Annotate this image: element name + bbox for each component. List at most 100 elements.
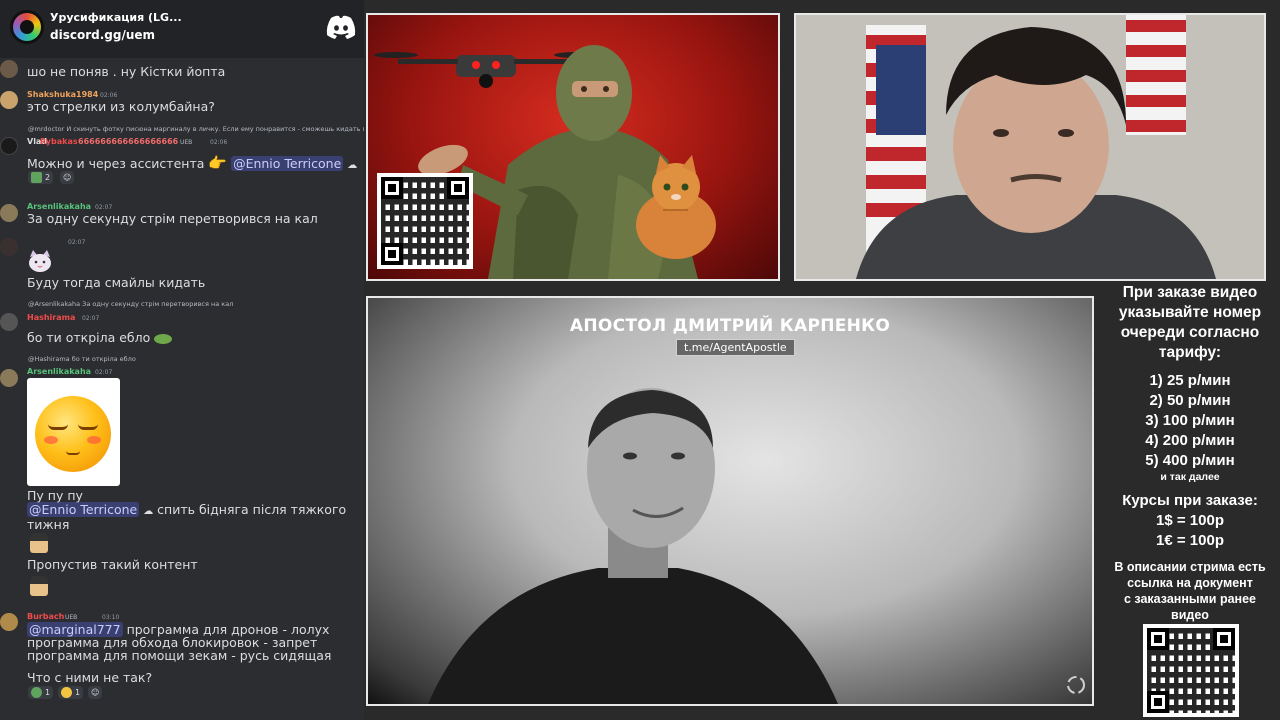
message-text: бо ти откріла ебло [27,330,173,345]
emoji-icon [31,687,42,698]
message-body: программа для помощи зекам - русь сидяща… [27,648,332,663]
document-qr-code[interactable] [1143,624,1239,717]
emoji-icon [31,172,42,183]
reaction-count: 1 [45,688,51,697]
reaction-count: 2 [45,173,51,182]
portrait-photo [428,388,838,704]
qr-code[interactable] [377,173,473,269]
main-video-panel: АПОСТОЛ ДМИТРИЙ КАРПЕНКО t.me/AgentApost… [366,296,1094,706]
us-flag-right [1126,15,1186,135]
mention[interactable]: @Ennio Terricone [231,156,344,171]
message-text: Пропустив такий контент [27,557,198,572]
message-text: Что с ними не так? [27,670,153,685]
username[interactable]: Arsenlikakaha [27,202,91,211]
info-note-line: ссылка на документ [1127,576,1253,590]
timestamp: 02:07 [82,315,100,322]
username[interactable]: Arsenlikakaha [27,367,91,376]
message-body: бо ти откріла ебло [27,330,151,345]
cat-emoji-icon [29,250,51,272]
rates-title: Курсы при заказе: [1122,492,1258,509]
add-reaction-button[interactable]: ☺ [60,171,75,184]
ueb-badge: UEB [180,139,193,146]
message-body: спить бідняга після тяжкого [157,502,347,517]
message-text: Можно и через ассистента 👉 @Ennio Terric… [27,154,357,172]
info-note-line: с заказанными ранее [1123,592,1256,606]
frog-emoji-icon [154,333,173,344]
server-icon[interactable] [10,10,44,44]
reaction[interactable]: 1 [28,686,54,699]
chat-overlay: шо не поняв . ну Кістки йопта Shakshuka1… [0,0,364,720]
tariff-item: 1) 25 р/мин [1149,372,1231,389]
cloud-icon: ☁ [347,160,358,171]
info-heading-line: тарифу: [1158,344,1222,361]
tariff-item: 2) 50 р/мин [1149,392,1231,409]
laughing-emoji-icon [61,687,72,698]
tariff-item: 5) 400 р/мин [1145,452,1235,469]
server-invite-link[interactable]: discord.gg/uem [50,28,155,42]
telegram-link[interactable]: t.me/AgentApostle [676,339,795,356]
avatar [0,137,18,155]
ueb-badge: UEB [65,614,78,621]
username[interactable]: Burbach [27,612,64,621]
avatar [0,313,18,331]
timestamp: 02:06 [100,92,118,99]
rate-item: 1$ = 100р [1156,512,1224,529]
timestamp: 02:06 [210,139,228,146]
smiley-icon: ☺ [63,173,72,182]
username[interactable]: Shakshuka1984 [27,90,98,99]
reaction[interactable]: 2 [28,171,54,184]
message-text: это стрелки из колумбайна? [27,99,215,114]
artwork-panel [366,13,780,281]
reply-preview[interactable]: @Hashirama бо ти откріла ебло [28,355,364,363]
username-suffix: Rybakas [40,137,78,146]
server-name: Урусификация (LG... [50,11,182,24]
message-body: Можно и через ассистента [27,156,205,171]
soldier-emoji-icon [30,576,48,596]
add-reaction-button[interactable]: ☺ [88,686,103,699]
tariff-etc: и так далее [1160,471,1220,483]
cloud-icon: ☁ [143,506,154,517]
message-text: @Ennio Terricone ☁ спить бідняга після т… [27,502,357,532]
rate-item: 1€ = 100р [1156,532,1224,549]
reaction[interactable]: 1 [58,686,84,699]
reply-preview[interactable]: @mrdoctor И скинуть фотку писюна маргина… [28,125,364,133]
soldier-emoji-icon [30,533,48,553]
message-text: За одну секунду стрім перетворився на ка… [27,211,318,226]
webcam-panel [794,13,1266,281]
timestamp: 02:07 [95,369,113,376]
avatar [0,91,18,109]
timestamp: 02:07 [95,204,113,211]
message-text: шо не поняв . ну Кістки йопта [27,64,226,79]
info-heading-line: При заказе видео [1122,284,1258,301]
info-note-line: видео [1171,608,1209,622]
webcam-feed [796,15,1264,279]
info-heading-line: очереди согласно [1120,324,1260,341]
avatar [0,613,18,631]
pointing-hand-icon: 👉 [208,154,228,172]
message-text: Буду тогда смайлы кидать [27,275,206,290]
video-title: АПОСТОЛ ДМИТРИЙ КАРПЕНКО [569,316,891,336]
reaction-count: 1 [75,688,81,697]
discord-logo-icon [326,15,356,39]
username[interactable]: Hashirama [27,313,75,322]
info-heading-line: указывайте номер [1118,304,1262,321]
smiley-icon: ☺ [91,688,100,697]
avatar [0,238,18,256]
blushing-emoji-sticker [27,378,120,486]
server-header: Урусификация (LG... discord.gg/uem [0,0,364,58]
timestamp: 02:07 [68,239,86,246]
info-note-line: В описании стрима есть [1114,560,1266,574]
reply-preview[interactable]: @Arsenlikakaha За одну секунду стрім пер… [28,300,364,308]
avatar [0,204,18,222]
blushing-face-icon [35,396,111,472]
message-body: тижня [27,517,70,532]
avatar [0,369,18,387]
loading-spinner-icon [1067,676,1085,694]
timestamp: 03:10 [102,614,120,621]
avatar [0,60,18,78]
message-text: Пу пу пу [27,488,83,503]
mention[interactable]: @Ennio Terricone [27,502,140,517]
tariff-item: 3) 100 р/мин [1145,412,1235,429]
tariff-item: 4) 200 р/мин [1145,432,1235,449]
spam-digits: 666666666666666666 [78,137,179,146]
